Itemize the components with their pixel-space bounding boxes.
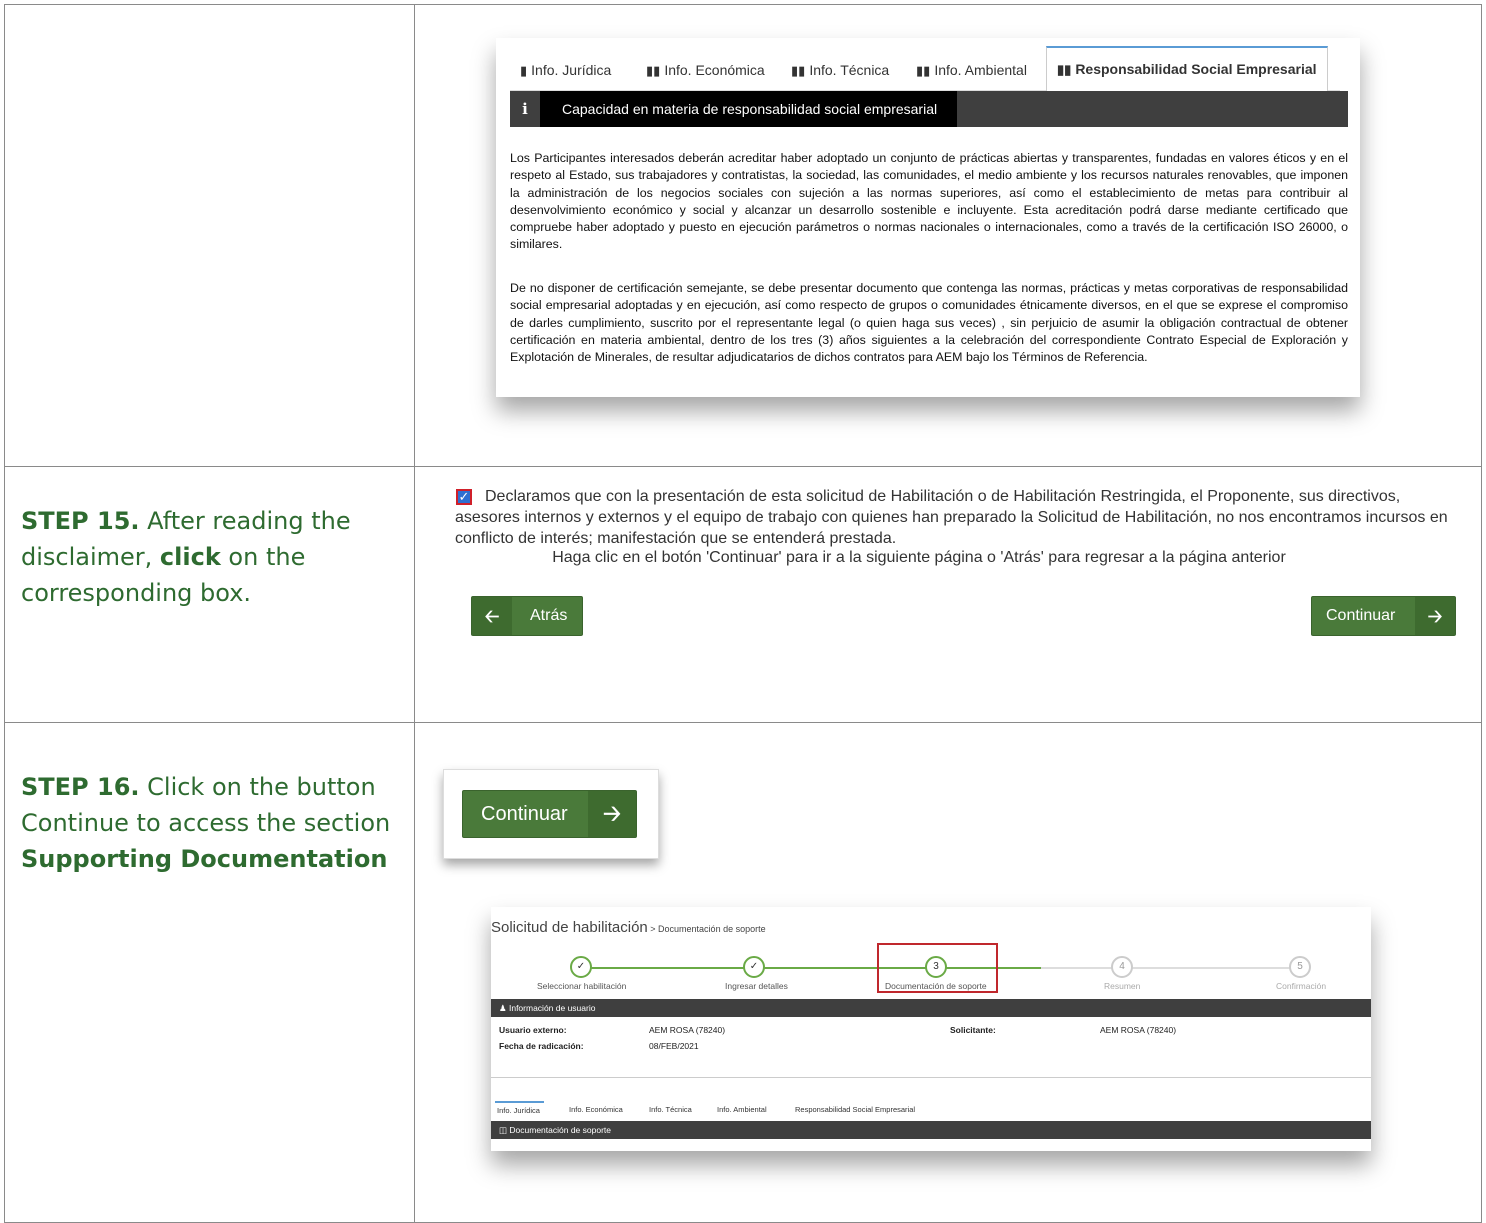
map-icon: ▮▮ (646, 63, 661, 78)
guide-cell-empty (4, 4, 415, 467)
arrow-right-icon: 🡢 (1415, 597, 1455, 635)
rse-paragraph-1: Los Participantes interesados deberán ac… (510, 151, 1348, 252)
continue-zoom-panel: Continuar 🡢 (443, 769, 659, 859)
continue-button[interactable]: Continuar 🡢 (1311, 596, 1456, 636)
applicant-value: AEM ROSA (78240) (1100, 1025, 1177, 1035)
disclaimer-checkbox[interactable]: ✓ (456, 489, 472, 505)
tab-info-juridica[interactable]: ▮ Info. Jurídica (520, 50, 611, 90)
step-4-circle: 4 (1111, 956, 1133, 978)
step-15-cell: STEP 15. After reading the disclaimer, c… (4, 466, 415, 723)
rse-paragraph-2: De no disponer de certificación semejant… (510, 281, 1348, 365)
map-icon: ▮▮ (1057, 62, 1072, 77)
mini-tab-juridica[interactable]: Info. Jurídica (495, 1101, 544, 1115)
current-step-highlight (877, 943, 998, 993)
user-icon: ♟ (499, 1003, 509, 1013)
mini-tab-economica[interactable]: Info. Económica (569, 1105, 623, 1114)
date-label: Fecha de radicación: (499, 1041, 584, 1051)
guide-row-3: STEP 16. Click on the button Continue to… (4, 722, 1482, 1223)
step-16-screenshot-cell: Continuar 🡢 Solicitud de habilitación > … (414, 722, 1482, 1223)
guide-row-1: ▮ Info. Jurídica ▮▮ Info. Económica ▮▮ Info… (4, 4, 1482, 467)
step-1-circle: ✓ (570, 956, 592, 978)
disclaimer-text: Declaramos que con la presentación de es… (455, 488, 1448, 547)
tab-info-ambiental[interactable]: ▮▮ Info. Ambiental (916, 50, 1027, 90)
mini-tab-rse[interactable]: Responsabilidad Social Empresarial (795, 1105, 915, 1114)
doc-bar: ◫ Documentación de soporte (491, 1121, 1371, 1139)
back-button[interactable]: 🡠 Atrás (471, 596, 583, 636)
rse-panel: ▮ Info. Jurídica ▮▮ Info. Económica ▮▮ Info… (496, 38, 1360, 397)
solicitud-screenshot: Solicitud de habilitación > Documentació… (491, 907, 1371, 1151)
tab-responsabilidad-social[interactable]: ▮▮ Responsabilidad Social Empresarial (1046, 46, 1328, 92)
doc-tabs: Info. Jurídica Info. Económica Info. Téc… (491, 1097, 1371, 1119)
disclaimer-cell: Declaramos que con la presentación de es… (414, 466, 1482, 723)
step-5-circle: 5 (1289, 956, 1311, 978)
date-value: 08/FEB/2021 (649, 1041, 699, 1051)
tab-info-tecnica[interactable]: ▮▮ Info. Técnica (791, 50, 889, 90)
user-info-bar: ♟ Información de usuario (491, 999, 1371, 1017)
solicitud-title: Solicitud de habilitación > Documentació… (491, 919, 766, 936)
step-4-label: Resumen (1104, 981, 1141, 991)
continue-button-zoom[interactable]: Continuar 🡢 (462, 790, 637, 838)
info-title: Capacidad en materia de responsabilidad … (540, 91, 957, 127)
step-2-label: Ingresar detalles (725, 981, 788, 991)
mini-tab-ambiental[interactable]: Info. Ambiental (717, 1105, 767, 1114)
step-15-label: STEP 15. (21, 507, 140, 535)
step-16-text: STEP 16. Click on the button Continue to… (21, 773, 391, 873)
step-2-circle: ✓ (743, 956, 765, 978)
guide-row-2: STEP 15. After reading the disclaimer, c… (4, 466, 1482, 723)
applicant-label: Solicitante: (950, 1025, 996, 1035)
navigation-hint: Haga clic en el botón 'Continuar' para i… (552, 549, 1286, 566)
step-16-cell: STEP 16. Click on the button Continue to… (4, 722, 415, 1223)
external-user-label: Usuario externo: (499, 1025, 567, 1035)
step-5-label: Confirmación (1276, 981, 1327, 991)
info-bar: i Capacidad en materia de responsabilida… (510, 91, 1348, 127)
step-1-label: Seleccionar habilitación (537, 981, 627, 991)
mini-tab-tecnica[interactable]: Info. Técnica (649, 1105, 692, 1114)
guide-page: ▮ Info. Jurídica ▮▮ Info. Económica ▮▮ Info… (0, 0, 1486, 1223)
rse-tabs: ▮ Info. Jurídica ▮▮ Info. Económica ▮▮ Info… (510, 46, 1340, 92)
panel-icon: ◫ (499, 1125, 510, 1135)
progress-stepper: ✓ Seleccionar habilitación ✓ Ingresar de… (491, 943, 1371, 997)
map-icon: ▮▮ (791, 63, 806, 78)
checkmark-icon: ✓ (458, 489, 470, 504)
map-icon: ▮▮ (916, 63, 931, 78)
arrow-right-icon: 🡢 (588, 791, 636, 837)
tab-info-economica[interactable]: ▮▮ Info. Económica (646, 50, 765, 90)
step-16-bold: Supporting Documentation (21, 845, 388, 873)
step-16-label: STEP 16. (21, 773, 140, 801)
book-icon: ▮ (520, 63, 528, 78)
step-15-text: STEP 15. After reading the disclaimer, c… (21, 507, 351, 607)
guide-cell-rse-screenshot: ▮ Info. Jurídica ▮▮ Info. Económica ▮▮ Info… (414, 4, 1482, 467)
arrow-left-icon: 🡠 (472, 597, 512, 635)
external-user-value: AEM ROSA (78240) (649, 1025, 726, 1035)
info-icon: i (522, 100, 528, 118)
step-15-bold: click (159, 543, 221, 571)
guide-table: ▮ Info. Jurídica ▮▮ Info. Económica ▮▮ Info… (4, 4, 1482, 1223)
